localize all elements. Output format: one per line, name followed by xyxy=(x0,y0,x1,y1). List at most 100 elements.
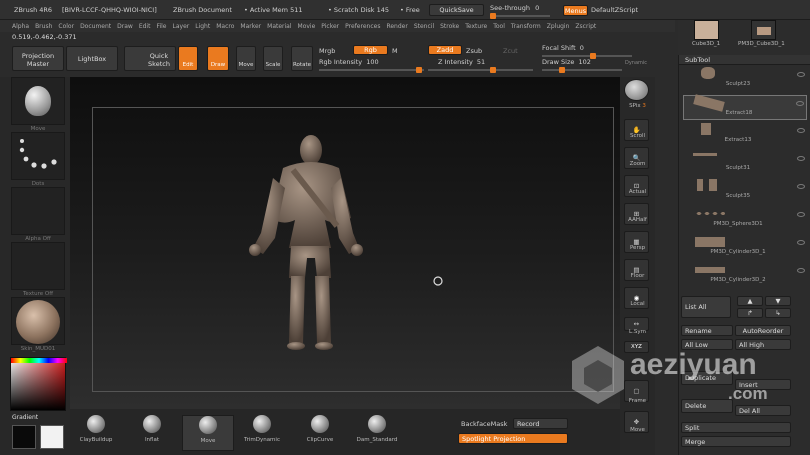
free-mem: • Free xyxy=(400,6,420,14)
subtool-header[interactable]: SubTool xyxy=(685,56,710,64)
rotate-button[interactable]: Rotate xyxy=(291,46,313,71)
move-down-bottom-icon[interactable]: ↳ xyxy=(765,308,791,318)
menu-light[interactable]: Light xyxy=(195,23,210,30)
menu-edit[interactable]: Edit xyxy=(139,23,151,30)
eye-icon[interactable] xyxy=(797,156,805,161)
quick-sketch-button[interactable]: Quick Sketch xyxy=(124,46,176,71)
record-button[interactable]: Record xyxy=(513,418,568,429)
cube3d-thumb[interactable] xyxy=(694,20,719,40)
move-button[interactable]: Move xyxy=(236,46,256,71)
brush-trimdynamic[interactable]: TrimDynamic xyxy=(242,415,282,451)
subtool-item[interactable]: PM3D_Sphere3D1 xyxy=(683,207,807,232)
default-zscript[interactable]: DefaultZScript xyxy=(591,6,638,14)
focal-shift-slider[interactable]: Focal Shift 0 xyxy=(542,44,637,59)
spotlight-projection-toggle[interactable]: Spotlight Projection xyxy=(458,433,568,444)
menu-marker[interactable]: Marker xyxy=(240,23,261,30)
eye-icon[interactable] xyxy=(797,72,805,77)
menu-layer[interactable]: Layer xyxy=(173,23,190,30)
menu-preferences[interactable]: Preferences xyxy=(345,23,380,30)
subtool-item[interactable]: PM3D_Cylinder3D_1 xyxy=(683,235,807,260)
zcut-toggle[interactable]: Zcut xyxy=(503,47,518,55)
menu-macro[interactable]: Macro xyxy=(216,23,234,30)
backfacemask-toggle[interactable]: BackfaceMask xyxy=(461,420,507,428)
watermark: aeziyuan .com xyxy=(568,344,803,409)
menu-bar: Alpha Brush Color Document Draw Edit File Layer… xyxy=(0,20,675,32)
menu-render[interactable]: Render xyxy=(386,23,407,30)
brush-claybuildup[interactable]: ClayBuildup xyxy=(76,415,116,451)
move-down-arrow-icon[interactable]: ▼ xyxy=(765,296,791,306)
brush-dam-standard[interactable]: Dam_Standard xyxy=(354,415,400,451)
eye-icon[interactable] xyxy=(797,184,805,189)
move-up-arrow-icon[interactable]: ▲ xyxy=(737,296,763,306)
draw-size-slider[interactable]: Draw Size 102 xyxy=(542,58,637,73)
subtool-item[interactable]: Extract13 xyxy=(683,123,807,148)
brush-clipcurve[interactable]: ClipCurve xyxy=(300,415,340,451)
subtool-item[interactable]: Sculpt35 xyxy=(683,179,807,204)
pm3d-cube-label: PM3D_Cube3D_1 xyxy=(738,41,785,47)
merge-button[interactable]: Merge xyxy=(681,436,791,447)
autoreorder-button[interactable]: AutoReorder xyxy=(735,325,791,336)
eye-icon[interactable] xyxy=(797,240,805,245)
lightbox-button[interactable]: LightBox xyxy=(66,46,118,71)
subtool-item-selected[interactable]: Extract18 xyxy=(683,94,807,120)
eye-icon[interactable] xyxy=(797,212,805,217)
rename-button[interactable]: Rename xyxy=(681,325,733,336)
texture-slot[interactable]: Texture Off xyxy=(11,242,65,297)
main-color-swatch[interactable] xyxy=(12,425,36,449)
m-toggle[interactable]: M xyxy=(392,47,398,55)
menu-alpha[interactable]: Alpha xyxy=(12,23,29,30)
eye-icon[interactable] xyxy=(797,128,805,133)
scale-button[interactable]: Scale xyxy=(263,46,283,71)
z-intensity-slider[interactable]: Z Intensity 51 xyxy=(428,58,533,73)
watermark-logo-icon xyxy=(572,346,624,404)
menu-stroke[interactable]: Stroke xyxy=(440,23,459,30)
menu-movie[interactable]: Movie xyxy=(298,23,316,30)
hue-strip[interactable] xyxy=(11,358,67,363)
menu-stencil[interactable]: Stencil xyxy=(414,23,434,30)
character-model[interactable] xyxy=(93,108,615,393)
menu-material[interactable]: Material xyxy=(267,23,291,30)
menu-picker[interactable]: Picker xyxy=(321,23,339,30)
eye-icon[interactable] xyxy=(796,101,804,106)
split-button[interactable]: Split xyxy=(681,422,791,433)
menu-document[interactable]: Document xyxy=(80,23,111,30)
subtool-item[interactable]: PM3D_Cylinder3D_2 xyxy=(683,263,807,288)
alpha-slot[interactable]: Alpha Off xyxy=(11,187,65,242)
menu-file[interactable]: File xyxy=(156,23,166,30)
menu-transform[interactable]: Transform xyxy=(511,23,541,30)
quicksave-button[interactable]: QuickSave xyxy=(429,4,484,16)
secondary-color-swatch[interactable] xyxy=(40,425,64,449)
pm3d-cube-thumb[interactable] xyxy=(751,20,776,40)
menu-tool[interactable]: Tool xyxy=(493,23,505,30)
menus-toggle[interactable]: Menus xyxy=(563,5,588,16)
rgb-toggle[interactable]: Rgb xyxy=(353,45,388,55)
brush-move-selected[interactable]: Move xyxy=(182,415,234,451)
material-slot[interactable]: Skin_MUD01 xyxy=(11,297,65,352)
projection-master-button[interactable]: Projection Master xyxy=(12,46,64,71)
brush-inflat[interactable]: Inflat xyxy=(132,415,172,451)
subtool-item[interactable]: Sculpt23 xyxy=(683,67,807,92)
spix-icon[interactable] xyxy=(624,79,649,101)
zadd-toggle[interactable]: Zadd xyxy=(428,45,462,55)
move-up-bottom-icon[interactable]: ↱ xyxy=(737,308,763,318)
mrgb-toggle[interactable]: Mrgb xyxy=(319,47,335,55)
see-through-slider[interactable]: See-through 0 xyxy=(490,4,555,19)
menu-zplugin[interactable]: Zplugin xyxy=(547,23,570,30)
menu-color[interactable]: Color xyxy=(58,23,74,30)
eye-icon[interactable] xyxy=(797,268,805,273)
edit-button[interactable]: Edit xyxy=(178,46,198,71)
rgb-intensity-slider[interactable]: Rgb Intensity 100 xyxy=(319,58,424,73)
draw-button[interactable]: Draw xyxy=(207,46,229,71)
bottom-shelf: ClayBuildup Inflat Move TrimDynamic Clip… xyxy=(70,409,620,455)
menu-zscript[interactable]: Zscript xyxy=(575,23,596,30)
stroke-slot[interactable]: Dots xyxy=(11,132,65,187)
brush-slot[interactable]: Move xyxy=(11,77,65,132)
menu-draw[interactable]: Draw xyxy=(117,23,133,30)
menu-texture[interactable]: Texture xyxy=(465,23,487,30)
menu-brush[interactable]: Brush xyxy=(35,23,52,30)
color-picker[interactable] xyxy=(10,357,67,411)
list-all-button[interactable]: List All xyxy=(681,296,731,318)
dynamic-toggle[interactable]: Dynamic xyxy=(625,60,647,66)
zsub-toggle[interactable]: Zsub xyxy=(466,47,482,55)
subtool-item[interactable]: Sculpt31 xyxy=(683,151,807,176)
